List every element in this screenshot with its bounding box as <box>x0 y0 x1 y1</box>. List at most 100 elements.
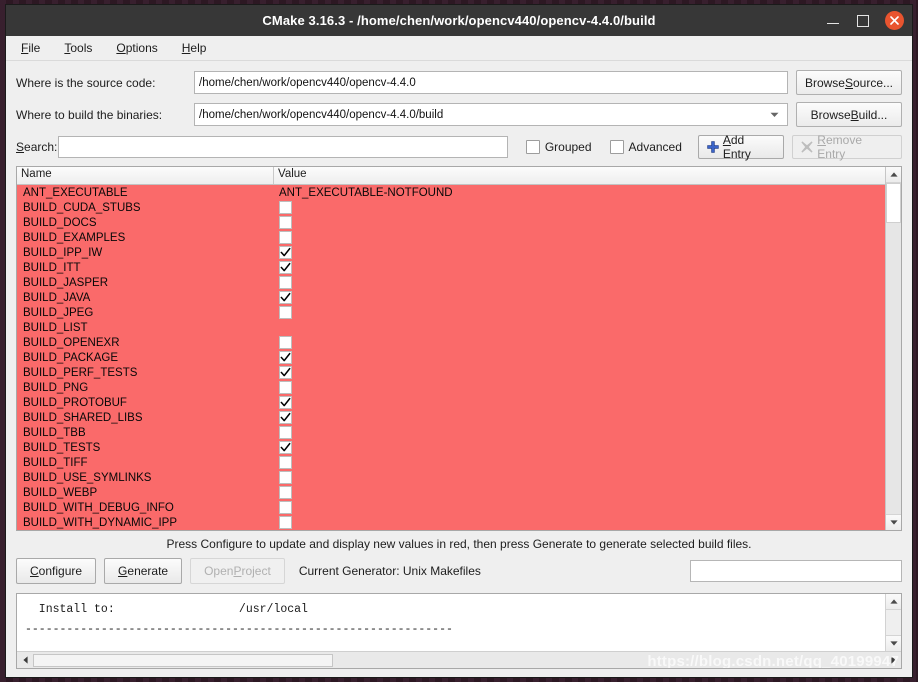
advanced-checkbox[interactable]: Advanced <box>609 140 682 154</box>
log-scroll-right-arrow-icon[interactable] <box>885 652 901 668</box>
table-row[interactable]: BUILD_IPP_IW <box>17 245 901 260</box>
table-row[interactable]: BUILD_PACKAGE <box>17 350 901 365</box>
cache-entry-value[interactable] <box>274 231 901 244</box>
cache-entry-checkbox[interactable] <box>279 426 292 439</box>
cache-entry-checkbox[interactable] <box>279 291 292 304</box>
menu-item-file[interactable]: File <box>19 39 42 57</box>
generate-button[interactable]: Generate <box>104 558 183 584</box>
table-row[interactable]: BUILD_TESTS <box>17 440 901 455</box>
table-row[interactable]: BUILD_WEBP <box>17 485 901 500</box>
table-row[interactable]: BUILD_WITH_DEBUG_INFO <box>17 500 901 515</box>
table-row[interactable]: BUILD_JAVA <box>17 290 901 305</box>
search-input[interactable] <box>57 136 508 158</box>
table-row[interactable]: BUILD_WITH_DYNAMIC_IPP <box>17 515 901 530</box>
table-row[interactable]: BUILD_PROTOBUF <box>17 395 901 410</box>
browse-source-button[interactable]: Browse Source... <box>796 70 902 95</box>
cache-entry-value[interactable]: ANT_EXECUTABLE-NOTFOUND <box>274 187 901 199</box>
cache-entry-checkbox[interactable] <box>279 486 292 499</box>
cache-entry-checkbox[interactable] <box>279 396 292 409</box>
cache-entry-value[interactable] <box>274 456 901 469</box>
table-row[interactable]: BUILD_EXAMPLES <box>17 230 901 245</box>
log-vertical-scrollbar[interactable] <box>885 594 901 651</box>
menu-item-tools[interactable]: Tools <box>62 39 94 57</box>
table-row[interactable]: BUILD_PNG <box>17 380 901 395</box>
table-row[interactable]: BUILD_ITT <box>17 260 901 275</box>
table-row[interactable]: ANT_EXECUTABLE ANT_EXECUTABLE-NOTFOUND <box>17 185 901 200</box>
cache-entry-value[interactable] <box>274 216 901 229</box>
table-row[interactable]: BUILD_PERF_TESTS <box>17 365 901 380</box>
table-row[interactable]: BUILD_JPEG <box>17 305 901 320</box>
cache-entry-checkbox[interactable] <box>279 501 292 514</box>
table-row[interactable]: BUILD_TBB <box>17 425 901 440</box>
cache-entry-value[interactable] <box>274 276 901 289</box>
cache-entry-checkbox[interactable] <box>279 381 292 394</box>
cache-entry-checkbox[interactable] <box>279 351 292 364</box>
cache-entry-checkbox[interactable] <box>279 516 292 529</box>
table-row[interactable]: BUILD_LIST <box>17 320 901 335</box>
cache-entry-checkbox[interactable] <box>279 306 292 319</box>
cache-table-scrollbar[interactable] <box>885 167 901 530</box>
cache-entry-checkbox[interactable] <box>279 471 292 484</box>
chevron-down-icon[interactable] <box>765 105 783 124</box>
cache-entry-checkbox[interactable] <box>279 411 292 424</box>
table-row[interactable]: BUILD_OPENEXR <box>17 335 901 350</box>
cache-entry-value[interactable] <box>274 201 901 214</box>
cache-entry-checkbox[interactable] <box>279 441 292 454</box>
minimize-button[interactable] <box>825 13 841 29</box>
table-row[interactable]: BUILD_SHARED_LIBS <box>17 410 901 425</box>
cache-entry-value[interactable] <box>274 291 901 304</box>
log-scroll-up-arrow-icon[interactable] <box>886 594 901 610</box>
scroll-down-arrow-icon[interactable] <box>886 514 901 530</box>
close-button[interactable] <box>885 11 904 30</box>
cache-entry-value[interactable] <box>274 261 901 274</box>
scrollbar-track[interactable] <box>886 223 901 514</box>
cache-entry-checkbox[interactable] <box>279 366 292 379</box>
configure-button[interactable]: Configure <box>16 558 97 584</box>
cache-entry-value[interactable] <box>274 486 901 499</box>
cache-entry-value[interactable] <box>274 381 901 394</box>
cache-entry-value[interactable] <box>274 306 901 319</box>
cache-entry-checkbox[interactable] <box>279 201 292 214</box>
column-header-name[interactable]: Name <box>17 167 274 184</box>
cache-entry-value[interactable] <box>274 501 901 514</box>
table-row[interactable]: BUILD_CUDA_STUBS <box>17 200 901 215</box>
cache-entry-value[interactable] <box>274 441 901 454</box>
scrollbar-thumb[interactable] <box>886 183 901 223</box>
build-path-input[interactable]: /home/chen/work/opencv440/opencv-4.4.0/b… <box>194 103 788 126</box>
maximize-button[interactable] <box>855 13 871 29</box>
cache-entry-checkbox[interactable] <box>279 276 292 289</box>
table-row[interactable]: BUILD_TIFF <box>17 455 901 470</box>
cache-entry-value[interactable] <box>274 471 901 484</box>
log-hscroll-thumb[interactable] <box>33 653 333 667</box>
add-entry-button[interactable]: Add Entry <box>697 133 785 161</box>
cache-entry-value[interactable] <box>274 246 901 259</box>
source-path-input[interactable]: /home/chen/work/opencv440/opencv-4.4.0 <box>194 71 788 94</box>
cache-entry-checkbox[interactable] <box>279 456 292 469</box>
cache-table-body[interactable]: ANT_EXECUTABLE ANT_EXECUTABLE-NOTFOUND BUI… <box>17 185 901 530</box>
cache-entry-value[interactable] <box>274 411 901 424</box>
log-horizontal-scrollbar[interactable]: https://blog.csdn.net/qq_40199947 <box>17 651 901 668</box>
log-hscroll-track[interactable] <box>333 654 885 667</box>
cache-entry-checkbox[interactable] <box>279 261 292 274</box>
cache-entry-checkbox[interactable] <box>279 231 292 244</box>
cache-entry-value[interactable] <box>274 516 901 529</box>
cache-entry-value[interactable] <box>274 336 901 349</box>
menu-item-help[interactable]: Help <box>180 39 209 57</box>
log-text[interactable]: Install to: /usr/local -----------------… <box>17 594 885 651</box>
cache-entry-value[interactable] <box>274 351 901 364</box>
cache-entry-value[interactable] <box>274 426 901 439</box>
cache-entry-checkbox[interactable] <box>279 336 292 349</box>
table-row[interactable]: BUILD_JASPER <box>17 275 901 290</box>
cache-entry-value[interactable] <box>274 396 901 409</box>
scroll-up-arrow-icon[interactable] <box>886 167 901 183</box>
log-scroll-left-arrow-icon[interactable] <box>17 652 33 668</box>
grouped-checkbox[interactable]: Grouped <box>525 140 592 154</box>
table-row[interactable]: BUILD_DOCS <box>17 215 901 230</box>
table-row[interactable]: BUILD_USE_SYMLINKS <box>17 470 901 485</box>
cache-entry-checkbox[interactable] <box>279 216 292 229</box>
cache-entry-value[interactable] <box>274 366 901 379</box>
log-scroll-down-arrow-icon[interactable] <box>886 635 901 651</box>
column-header-value[interactable]: Value <box>274 167 901 184</box>
browse-build-button[interactable]: Browse Build... <box>796 102 902 127</box>
cache-entry-checkbox[interactable] <box>279 246 292 259</box>
